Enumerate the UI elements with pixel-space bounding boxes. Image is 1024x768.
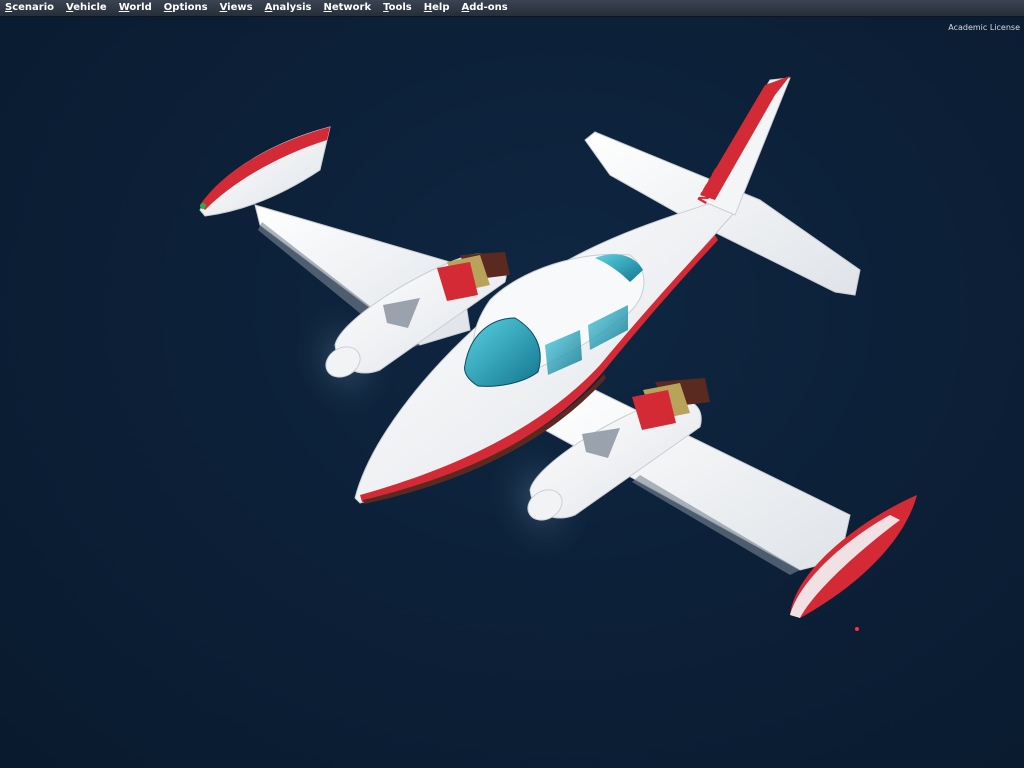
menu-add-ons[interactable]: Add-ons (457, 0, 515, 16)
simulator-viewport[interactable]: Scenario Vehicle World Options Views Ana… (0, 0, 1024, 768)
menu-tools[interactable]: Tools (378, 0, 419, 16)
right-wing (544, 389, 917, 631)
menu-bar: Scenario Vehicle World Options Views Ana… (0, 0, 1024, 17)
menu-views[interactable]: Views (215, 0, 260, 16)
menu-options[interactable]: Options (159, 0, 215, 16)
menu-help[interactable]: Help (419, 0, 457, 16)
aircraft-scene: N507 (199, 76, 917, 631)
menu-scenario[interactable]: Scenario (0, 0, 61, 16)
vertical-tail: N507 (695, 76, 791, 216)
menu-network[interactable]: Network (318, 0, 378, 16)
menu-analysis[interactable]: Analysis (260, 0, 319, 16)
menu-world[interactable]: World (114, 0, 159, 16)
license-label: Academic License (948, 23, 1020, 32)
menu-vehicle[interactable]: Vehicle (61, 0, 114, 16)
